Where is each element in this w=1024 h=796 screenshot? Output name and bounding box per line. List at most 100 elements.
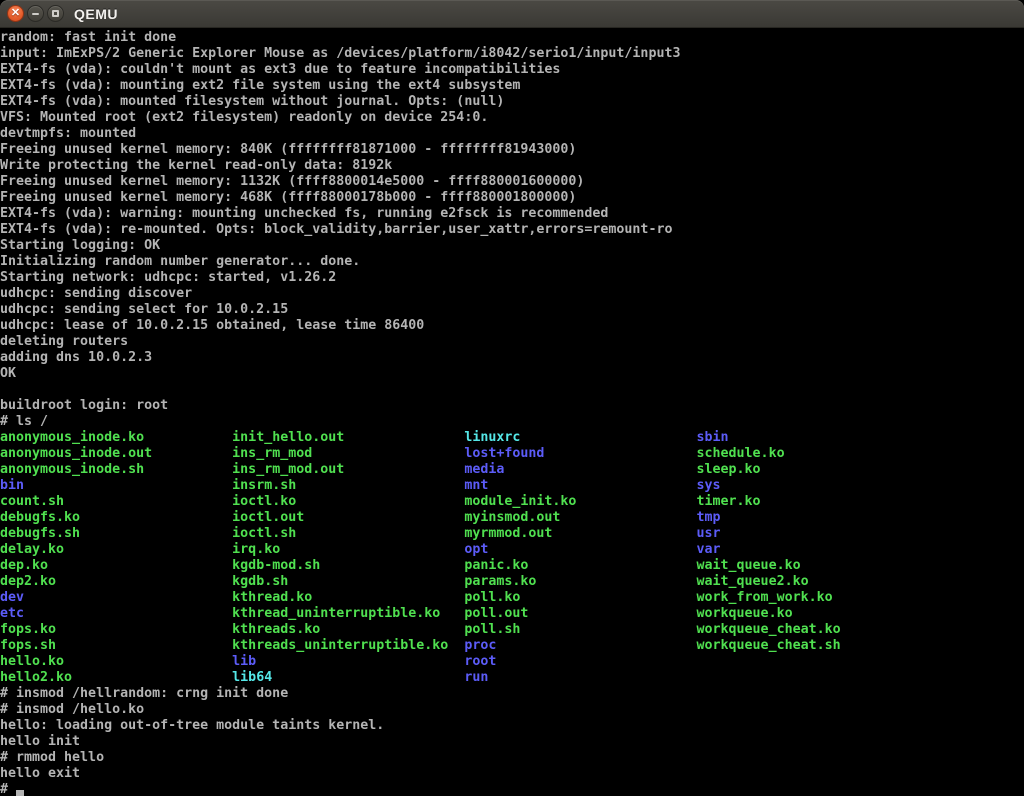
file-name: wait_queue2.ko bbox=[697, 574, 809, 589]
file-name: delay.ko bbox=[0, 542, 232, 557]
console-line: dev kthread.ko poll.ko work_from_work.ko bbox=[0, 590, 1024, 606]
console-line: Initializing random number generator... … bbox=[0, 254, 1024, 270]
file-name: dep2.ko bbox=[0, 574, 232, 589]
file-name: timer.ko bbox=[697, 494, 761, 509]
file-name: linuxrc bbox=[464, 430, 696, 445]
file-name: count.sh bbox=[0, 494, 232, 509]
console-line: OK bbox=[0, 366, 1024, 382]
console-line: Freeing unused kernel memory: 1132K (fff… bbox=[0, 174, 1024, 190]
file-name: ioctl.ko bbox=[232, 494, 464, 509]
console-line: anonymous_inode.out ins_rm_mod lost+foun… bbox=[0, 446, 1024, 462]
console-line: hello.ko lib root bbox=[0, 654, 1024, 670]
file-name: kthreads_uninterruptible.ko bbox=[232, 638, 464, 653]
console-line: input: ImExPS/2 Generic Explorer Mouse a… bbox=[0, 46, 1024, 62]
file-name: kthread.ko bbox=[232, 590, 464, 605]
file-name: params.ko bbox=[464, 574, 696, 589]
console-line: # bbox=[0, 782, 1024, 796]
console-line: hello init bbox=[0, 734, 1024, 750]
file-name: sys bbox=[697, 478, 721, 493]
console-line: Starting network: udhcpc: started, v1.26… bbox=[0, 270, 1024, 286]
file-name: kgdb-mod.sh bbox=[232, 558, 464, 573]
file-name: run bbox=[464, 670, 488, 685]
console-line: random: fast init done bbox=[0, 30, 1024, 46]
console-line: fops.sh kthreads_uninterruptible.ko proc… bbox=[0, 638, 1024, 654]
file-name: etc bbox=[0, 606, 232, 621]
file-name: kthread_uninterruptible.ko bbox=[232, 606, 464, 621]
file-name: workqueue.ko bbox=[697, 606, 793, 621]
console-line: Starting logging: OK bbox=[0, 238, 1024, 254]
file-name: workqueue_cheat.ko bbox=[697, 622, 841, 637]
file-name: anonymous_inode.out bbox=[0, 446, 232, 461]
file-name: fops.sh bbox=[0, 638, 232, 653]
file-name: ins_rm_mod bbox=[232, 446, 464, 461]
file-name: poll.out bbox=[464, 606, 696, 621]
file-name: dev bbox=[0, 590, 232, 605]
console-line: EXT4-fs (vda): mounting ext2 file system… bbox=[0, 78, 1024, 94]
console-line: # rmmod hello bbox=[0, 750, 1024, 766]
console-line: EXT4-fs (vda): couldn't mount as ext3 du… bbox=[0, 62, 1024, 78]
close-icon: ✕ bbox=[11, 8, 20, 19]
file-name: hello2.ko bbox=[0, 670, 232, 685]
file-name: hello.ko bbox=[0, 654, 232, 669]
shell-prompt: # bbox=[0, 782, 16, 796]
file-name: sbin bbox=[697, 430, 729, 445]
console-line: udhcpc: lease of 10.0.2.15 obtained, lea… bbox=[0, 318, 1024, 334]
console-line: fops.ko kthreads.ko poll.sh workqueue_ch… bbox=[0, 622, 1024, 638]
window-title: QEMU bbox=[74, 0, 118, 28]
console-line: # ls / bbox=[0, 414, 1024, 430]
file-name: fops.ko bbox=[0, 622, 232, 637]
close-button[interactable]: ✕ bbox=[7, 5, 24, 22]
file-name: kthreads.ko bbox=[232, 622, 464, 637]
console-line: EXT4-fs (vda): warning: mounting uncheck… bbox=[0, 206, 1024, 222]
file-name: anonymous_inode.ko bbox=[0, 430, 232, 445]
file-name: debugfs.ko bbox=[0, 510, 232, 525]
file-name: opt bbox=[464, 542, 696, 557]
console-line: udhcpc: sending select for 10.0.2.15 bbox=[0, 302, 1024, 318]
console-line: EXT4-fs (vda): re-mounted. Opts: block_v… bbox=[0, 222, 1024, 238]
file-name: schedule.ko bbox=[697, 446, 785, 461]
console-line: count.sh ioctl.ko module_init.ko timer.k… bbox=[0, 494, 1024, 510]
file-name: sleep.ko bbox=[697, 462, 761, 477]
file-name: myinsmod.out bbox=[464, 510, 696, 525]
file-name: module_init.ko bbox=[464, 494, 696, 509]
file-name: poll.sh bbox=[464, 622, 696, 637]
console-line: etc kthread_uninterruptible.ko poll.out … bbox=[0, 606, 1024, 622]
console-line: buildroot login: root bbox=[0, 398, 1024, 414]
file-name: ioctl.sh bbox=[232, 526, 464, 541]
console-line: devtmpfs: mounted bbox=[0, 126, 1024, 142]
console-screen[interactable]: random: fast init doneinput: ImExPS/2 Ge… bbox=[0, 28, 1024, 796]
qemu-window: ✕ QEMU random: fast init doneinput: ImEx… bbox=[0, 0, 1024, 796]
maximize-icon bbox=[52, 10, 59, 17]
file-name: root bbox=[464, 654, 496, 669]
console-line: hello exit bbox=[0, 766, 1024, 782]
console-line: delay.ko irq.ko opt var bbox=[0, 542, 1024, 558]
console-line: bin insrm.sh mnt sys bbox=[0, 478, 1024, 494]
console-line: # insmod /hello.ko bbox=[0, 702, 1024, 718]
file-name: workqueue_cheat.sh bbox=[697, 638, 841, 653]
file-name: panic.ko bbox=[464, 558, 696, 573]
file-name: lib bbox=[232, 654, 464, 669]
console-line: # insmod /hellrandom: crng init done bbox=[0, 686, 1024, 702]
file-name: myrmmod.out bbox=[464, 526, 696, 541]
file-name: ins_rm_mod.out bbox=[232, 462, 464, 477]
console-line: debugfs.sh ioctl.sh myrmmod.out usr bbox=[0, 526, 1024, 542]
console-line: adding dns 10.0.2.3 bbox=[0, 350, 1024, 366]
console-line: VFS: Mounted root (ext2 filesystem) read… bbox=[0, 110, 1024, 126]
console-line: deleting routers bbox=[0, 334, 1024, 350]
window-titlebar[interactable]: ✕ QEMU bbox=[0, 0, 1024, 28]
minimize-button[interactable] bbox=[27, 5, 44, 22]
file-name: irq.ko bbox=[232, 542, 464, 557]
file-name: var bbox=[697, 542, 721, 557]
console-line: hello: loading out-of-tree module taints… bbox=[0, 718, 1024, 734]
file-name: bin bbox=[0, 478, 232, 493]
file-name: poll.ko bbox=[464, 590, 696, 605]
file-name: debugfs.sh bbox=[0, 526, 232, 541]
minimize-icon bbox=[32, 13, 39, 15]
console-line: udhcpc: sending discover bbox=[0, 286, 1024, 302]
file-name: wait_queue.ko bbox=[697, 558, 801, 573]
file-name: anonymous_inode.sh bbox=[0, 462, 232, 477]
console-line: dep2.ko kgdb.sh params.ko wait_queue2.ko bbox=[0, 574, 1024, 590]
maximize-button[interactable] bbox=[47, 5, 64, 22]
file-name: init_hello.out bbox=[232, 430, 464, 445]
file-name: insrm.sh bbox=[232, 478, 464, 493]
